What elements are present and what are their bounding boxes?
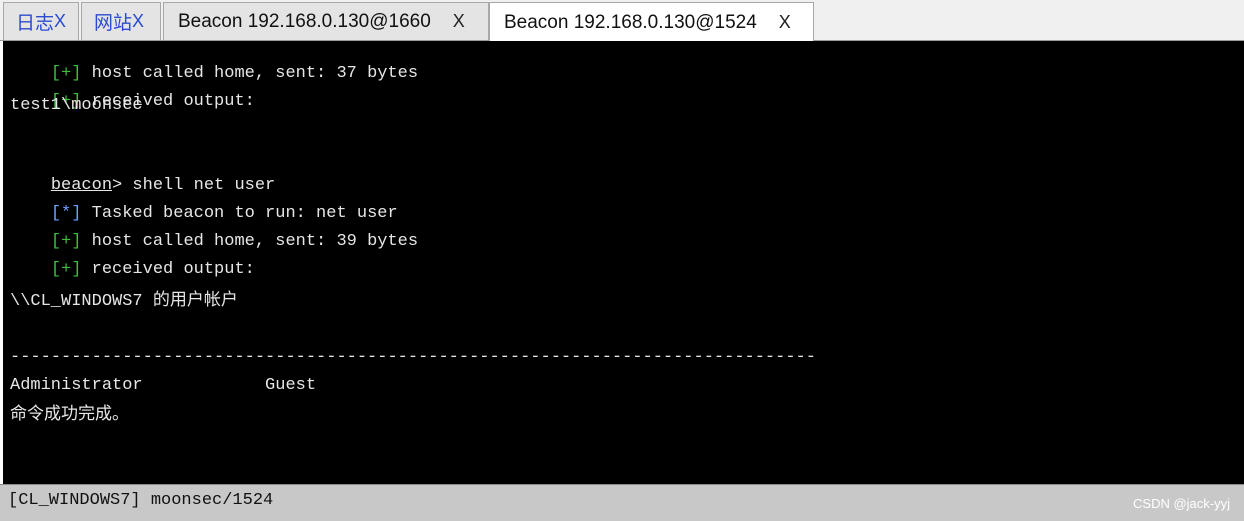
tab-beacon-1524[interactable]: Beacon 192.168.0.130@1524 X — [489, 2, 814, 42]
tab-websites-close-icon[interactable]: X — [132, 11, 144, 32]
tab-beacon-1524-close-icon[interactable]: X — [779, 12, 791, 33]
console-line: [*] Tasked beacon to run: net user — [10, 178, 398, 223]
console-separator: ----------------------------------------… — [10, 348, 816, 367]
tab-beacon-1524-label: Beacon 192.168.0.130@1524 — [504, 11, 757, 33]
console-line: [+] host called home, sent: 39 bytes — [10, 206, 418, 251]
console-line-text: received output: — [81, 260, 255, 279]
tab-beacon-1660-label: Beacon 192.168.0.130@1660 — [178, 10, 431, 32]
status-bar: [CL_WINDOWS7] moonsec/1524 CSDN @jack-yy… — [0, 484, 1244, 521]
console-command-line: beacon> shell net user — [10, 150, 275, 195]
watermark: CSDN @jack-yyj — [1133, 496, 1230, 511]
console-line: [+] received output: — [10, 66, 255, 111]
beacon-console[interactable]: [+] host called home, sent: 37 bytes [+]… — [3, 41, 1244, 484]
tab-beacon-1660-close-icon[interactable]: X — [453, 11, 465, 32]
session-status: [CL_WINDOWS7] moonsec/1524 — [8, 491, 274, 510]
console-line: test1\moonsec — [10, 96, 143, 115]
tab-log-label: 日志 — [16, 13, 55, 34]
plus-marker: [+] — [50, 260, 82, 279]
console-line: 命令成功完成。 — [10, 404, 129, 424]
console-line: [+] host called home, sent: 37 bytes — [10, 41, 418, 83]
tab-beacon-1660[interactable]: Beacon 192.168.0.130@1660 X — [163, 2, 489, 40]
tab-log-close-icon[interactable]: X — [54, 11, 66, 32]
console-line: [+] received output: — [10, 234, 255, 279]
tab-websites-label: 网站 — [94, 13, 133, 34]
tab-websites[interactable]: 网站 X — [81, 2, 161, 40]
tab-log[interactable]: 日志 X — [3, 2, 79, 40]
console-line: \\CL_WINDOWS7 的用户帐户 — [10, 292, 238, 311]
tab-bar: 日志 X 网站 X Beacon 192.168.0.130@1660 X Be… — [0, 0, 1244, 42]
console-line: Administrator Guest — [10, 376, 317, 395]
